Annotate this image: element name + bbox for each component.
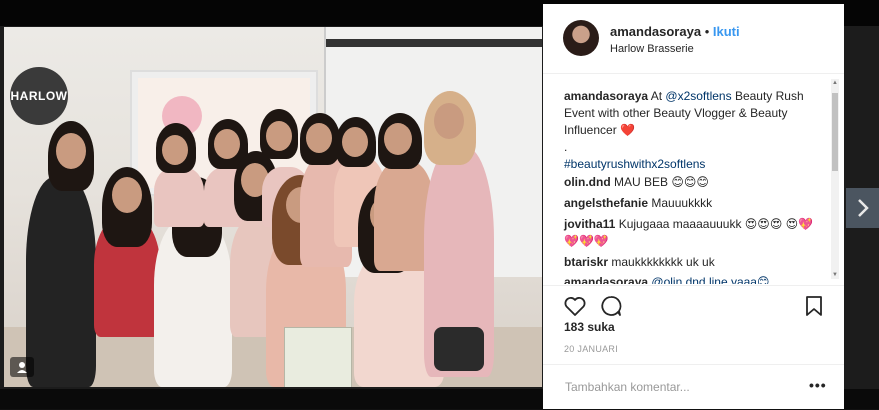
bookmark-icon[interactable]	[802, 294, 826, 318]
multiple-photos-icon	[10, 357, 34, 377]
comments-scrollbar[interactable]: ▲ ▼	[831, 79, 839, 279]
post-side-panel: amandasoraya • Ikuti Harlow Brasserie am…	[543, 4, 844, 409]
comment-item: angelsthefanie Mauuukkkk	[564, 195, 822, 212]
scroll-up-arrow-icon[interactable]: ▲	[831, 79, 839, 87]
caption-hashtag[interactable]: #beautyrushwithx2softlens	[564, 156, 822, 173]
post-date: 20 JANUARI	[564, 344, 619, 354]
comment-username[interactable]: angelsthefanie	[564, 196, 648, 210]
caption-mention[interactable]: @x2softlens	[665, 89, 731, 103]
comment-username[interactable]: jovitha11	[564, 217, 615, 231]
photo-screen	[326, 39, 542, 47]
follow-button[interactable]: Ikuti	[713, 24, 740, 39]
location-link[interactable]: Harlow Brasserie	[610, 43, 694, 55]
comments-list[interactable]: amandasoraya At @x2softlens Beauty Rush …	[543, 74, 830, 284]
more-options-icon[interactable]: •••	[809, 377, 827, 393]
header-separator: •	[704, 24, 710, 39]
comment-item: olin.dnd MAU BEB 😊😊😊	[564, 174, 822, 191]
author-username[interactable]: amandasoraya	[610, 24, 701, 39]
comment-text: @olin.dnd line yaaa😊	[651, 275, 770, 284]
add-comment-bar: •••	[543, 364, 844, 410]
avatar[interactable]	[563, 20, 599, 56]
comment-item: amandasoraya @olin.dnd line yaaa😊	[564, 274, 822, 284]
scroll-down-arrow-icon[interactable]: ▼	[831, 271, 839, 279]
post-author: amandasoraya • Ikuti	[610, 24, 740, 39]
caption-dot: .	[564, 140, 568, 154]
comment-username[interactable]: btariskr	[564, 255, 608, 269]
comment-text: MAU BEB 😊😊😊	[614, 175, 709, 189]
caption-text-before: At	[650, 89, 666, 103]
caption-username[interactable]: amandasoraya	[564, 89, 648, 103]
comment-username[interactable]: amandasoraya	[564, 275, 648, 284]
comment-icon[interactable]	[599, 294, 623, 318]
harlow-logo: HARLOW	[10, 67, 68, 125]
comment-item: btariskr maukkkkkkkk uk uk	[564, 254, 822, 271]
next-post-button[interactable]	[846, 188, 879, 228]
handbag	[434, 327, 484, 371]
gift-bag	[284, 327, 352, 387]
heart-icon[interactable]	[563, 294, 587, 318]
comment-text: maukkkkkkkk uk uk	[611, 255, 715, 269]
likes-count[interactable]: 183 suka	[564, 320, 615, 334]
post-photo[interactable]: HARLOW	[4, 27, 542, 387]
comment-username[interactable]: olin.dnd	[564, 175, 611, 189]
scroll-thumb[interactable]	[832, 93, 838, 171]
comment-input[interactable]	[563, 375, 797, 399]
comment-text: Mauuukkkk	[651, 196, 713, 210]
chevron-right-icon	[857, 199, 869, 217]
caption: amandasoraya At @x2softlens Beauty Rush …	[564, 88, 822, 173]
post-header: amandasoraya • Ikuti Harlow Brasserie	[543, 4, 844, 74]
comment-item: jovitha11 Kujugaaa maaaauuukk 😍😍😍 😍💖💖💖💖	[564, 216, 822, 250]
